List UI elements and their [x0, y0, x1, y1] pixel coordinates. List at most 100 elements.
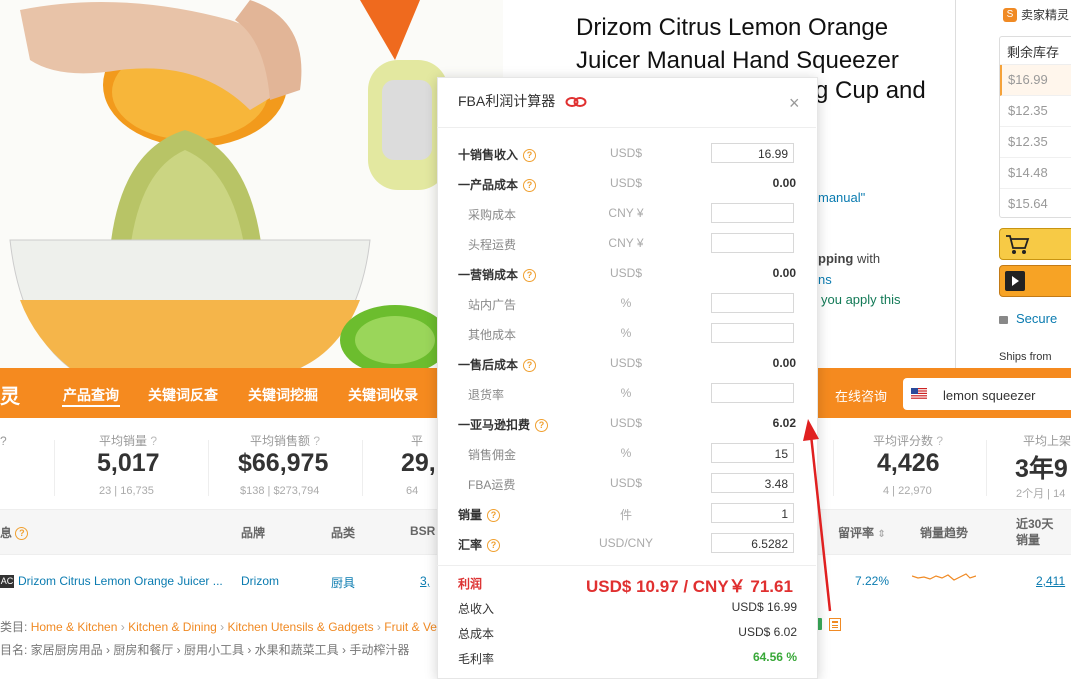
fba-row-input[interactable]: [711, 233, 794, 253]
tab-keyword-index[interactable]: 关键词收录: [348, 385, 418, 405]
product-title-tail: g Cup and: [815, 77, 926, 104]
column-sales-trend: 销量趋势: [920, 526, 969, 540]
calculator-icon[interactable]: [829, 618, 841, 631]
link-icon[interactable]: [565, 95, 587, 109]
bsr-link[interactable]: 3,: [420, 574, 430, 588]
link-fragment[interactable]: ns: [818, 272, 832, 287]
fba-row-input[interactable]: [711, 323, 794, 343]
help-icon[interactable]: ?: [523, 179, 537, 193]
cart-icon: [1006, 235, 1030, 254]
stat-label-avg-revenue: 平均销售额 ?: [250, 434, 321, 448]
stock-price-row[interactable]: $15.64: [1000, 189, 1071, 219]
stock-price-row[interactable]: $16.99: [1000, 65, 1071, 96]
column-category[interactable]: 品类: [331, 524, 355, 541]
fba-row-label: 一产品成本?: [458, 176, 537, 193]
fba-row-input[interactable]: 6.5282: [711, 533, 794, 553]
secure-transaction[interactable]: Secure: [999, 311, 1057, 326]
column-bsr[interactable]: BSR: [410, 524, 435, 538]
lock-icon: [999, 315, 1008, 324]
tab-product-query[interactable]: 产品查询: [63, 385, 119, 405]
fba-row-label: 销售佣金: [468, 448, 517, 462]
tab-keyword-mining[interactable]: 关键词挖掘: [248, 385, 318, 405]
keyword-search[interactable]: [903, 378, 1071, 410]
stat-divider: [54, 440, 55, 496]
help-icon[interactable]: ?: [523, 269, 537, 283]
help-icon[interactable]: ?: [523, 149, 537, 163]
buy-now-button[interactable]: [999, 265, 1071, 297]
brand-link[interactable]: Drizom: [241, 574, 279, 588]
stock-price-row[interactable]: $12.35: [1000, 127, 1071, 158]
fba-row-input[interactable]: 16.99: [711, 143, 794, 163]
fba-row-label: 一售后成本?: [458, 356, 537, 373]
stat-label-partial: 平: [411, 434, 424, 448]
sales-sparkline[interactable]: [912, 568, 976, 586]
seller-sprite-badge[interactable]: S 卖家精灵: [1003, 6, 1069, 23]
breadcrumb-item[interactable]: Kitchen & Dining: [128, 620, 217, 634]
fba-row-value: 6.02: [772, 416, 796, 430]
summary-value-revenue: USD$ 16.99: [731, 600, 797, 614]
column-info: 息 ?: [0, 524, 29, 541]
help-icon[interactable]: ?: [487, 509, 501, 523]
fba-row-label: 十销售收入?: [458, 146, 537, 163]
close-icon[interactable]: ×: [789, 94, 800, 112]
fba-row-input[interactable]: [711, 383, 794, 403]
stock-price-row[interactable]: $14.48: [1000, 158, 1071, 189]
sales-30d-link[interactable]: 2,411: [1036, 574, 1065, 588]
fba-row-label: 一营销成本?: [458, 266, 537, 283]
fba-row-label: 其他成本: [468, 328, 517, 342]
product-title-text: Drizom Citrus Lemon Orange Juicer Manual…: [576, 14, 899, 74]
shipping-fragment: pping with: [818, 251, 880, 266]
breadcrumb-item[interactable]: Home & Kitchen: [31, 620, 118, 634]
help-icon[interactable]: ?: [535, 419, 549, 433]
product-image[interactable]: [0, 0, 503, 368]
fba-row-label: 头程运费: [468, 238, 517, 252]
category-link[interactable]: 厨具: [331, 574, 355, 591]
fba-row-unit: USD$: [609, 176, 642, 190]
add-to-cart-button[interactable]: [999, 228, 1071, 260]
stock-price-row[interactable]: $12.35: [1000, 96, 1071, 127]
category-breadcrumb: 类目: Home & Kitchen › Kitchen & Dining › …: [0, 620, 437, 634]
stat-label-avg-reviews: 平均评分数 ?: [873, 434, 944, 448]
fba-row-input[interactable]: 3.48: [711, 473, 794, 493]
secure-label: Secure: [1016, 311, 1058, 326]
stat-value-partial: 29,: [401, 449, 436, 477]
stat-range-partial: 64: [406, 485, 419, 497]
online-consult-link[interactable]: 在线咨询: [835, 386, 887, 405]
tab-keyword-reverse[interactable]: 关键词反查: [148, 385, 218, 405]
fba-row-input[interactable]: [711, 203, 794, 223]
fba-divider: [437, 127, 816, 128]
us-flag-icon[interactable]: [911, 388, 927, 399]
column-brand[interactable]: 品牌: [241, 524, 265, 541]
stat-range-avg-listing: 2个月 | 14: [1016, 488, 1066, 500]
stat-range-avg-reviews: 4 | 22,970: [883, 485, 932, 497]
stock-header: 剩余库存: [1000, 37, 1071, 65]
fba-row-label: 销量?: [458, 506, 501, 523]
search-input[interactable]: [941, 384, 1071, 406]
fba-row-input[interactable]: 1: [711, 503, 794, 523]
column-sales-30d[interactable]: 近30天 销量: [1016, 516, 1053, 548]
column-review-rate[interactable]: 留评率 ⇕: [838, 524, 886, 541]
keyword-fragment[interactable]: manual": [818, 190, 865, 205]
summary-value-margin: 64.56 %: [752, 650, 797, 664]
breadcrumb-item[interactable]: Fruit & Ve: [384, 620, 437, 634]
juicer-photo: [0, 0, 503, 368]
partial-help-icon: ?: [0, 434, 7, 448]
help-icon[interactable]: ?: [487, 539, 501, 553]
product-name-link[interactable]: Drizom Citrus Lemon Orange Juicer ...: [18, 574, 223, 588]
stat-value-avg-sales: 5,017: [97, 449, 160, 477]
fba-row-label: 汇率?: [458, 536, 501, 553]
summary-label-revenue: 总收入: [458, 602, 495, 616]
fba-row-input[interactable]: 15: [711, 443, 794, 463]
fba-title-text: FBA利润计算器: [458, 93, 556, 109]
help-icon[interactable]: ?: [523, 359, 537, 373]
toolbar-logo[interactable]: 灵: [0, 380, 20, 409]
review-rate-value: 7.22%: [855, 574, 890, 588]
shipping-rest: with: [853, 251, 881, 266]
breadcrumb-prefix: 类目:: [0, 620, 28, 634]
fba-row-input[interactable]: [711, 293, 794, 313]
breadcrumb-item[interactable]: Kitchen Utensils & Gadgets: [228, 620, 374, 634]
product-title: Drizom Citrus Lemon Orange Juicer Manual…: [576, 12, 948, 77]
fba-row-label: 采购成本: [468, 208, 517, 222]
stat-value-avg-listing: 3年9: [1015, 455, 1068, 483]
profit-value: USD$ 10.97 / CNY￥ 71.61: [586, 577, 793, 596]
